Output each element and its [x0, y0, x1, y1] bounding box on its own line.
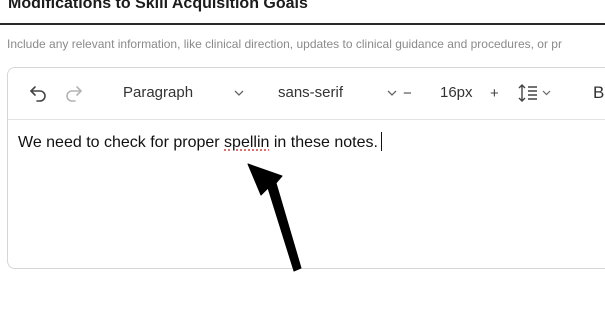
font-family-value: sans-serif: [278, 84, 344, 101]
increase-font-size-button[interactable]: +: [490, 82, 506, 104]
block-format-select[interactable]: Paragraph: [115, 79, 245, 107]
font-family-select[interactable]: sans-serif: [270, 79, 398, 107]
undo-icon: [30, 86, 46, 102]
text-segment: in these notes.: [269, 134, 378, 151]
decrease-font-size-button[interactable]: −: [403, 82, 421, 104]
section-title: Modifications to Skill Acquisition Goals: [8, 0, 308, 12]
chevron-down-icon: [234, 90, 244, 96]
bold-button[interactable]: B: [593, 83, 604, 103]
block-format-value: Paragraph: [123, 84, 194, 101]
font-size-value[interactable]: 16px: [440, 84, 473, 101]
line-height-icon: [518, 84, 551, 102]
help-text: Include any relevant information, like c…: [7, 37, 562, 51]
text-caret: [380, 132, 382, 151]
annotation-arrow: [247, 163, 302, 272]
editor-toolbar: Paragraph sans-serif − 16px + B: [8, 68, 605, 120]
editor-content[interactable]: We need to check for proper spellin in t…: [18, 132, 382, 152]
text-segment: We need to check for proper: [18, 134, 225, 151]
line-height-button[interactable]: [517, 81, 555, 105]
redo-button[interactable]: [63, 82, 85, 104]
redo-icon: [66, 86, 82, 102]
misspelled-word: spellin: [224, 134, 270, 151]
undo-button[interactable]: [27, 82, 49, 104]
chevron-down-icon: [387, 90, 397, 96]
title-divider: [0, 23, 605, 25]
